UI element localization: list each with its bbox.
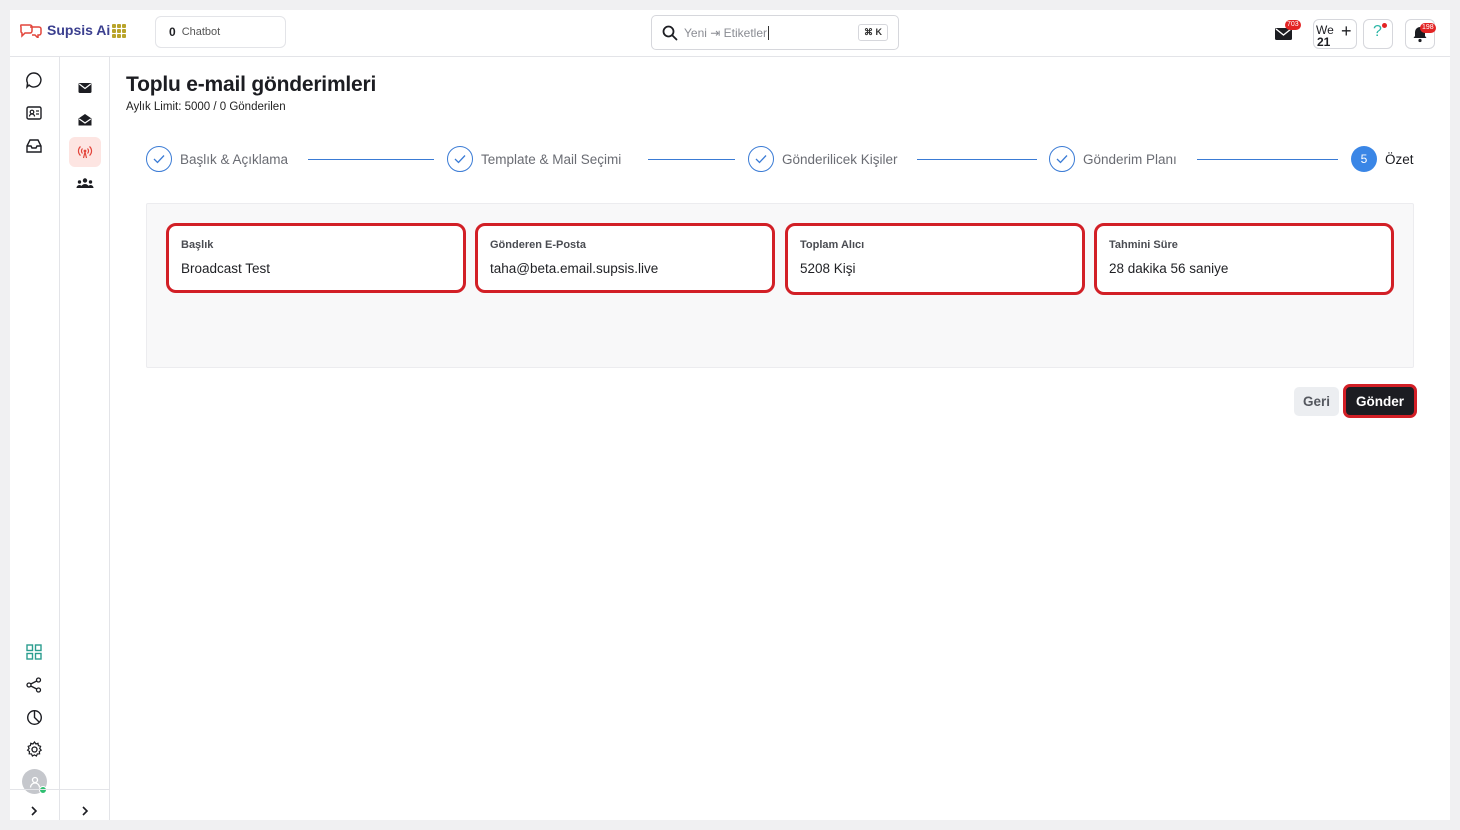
stepper: Başlık & Açıklama Template & Mail Seçimi…: [146, 146, 1416, 174]
card-label: Tahmini Süre: [1109, 239, 1178, 251]
check-icon: [447, 146, 473, 172]
search-icon: [662, 25, 678, 40]
monthly-limit: Aylık Limit: 5000 / 0 Gönderilen: [126, 101, 286, 113]
step-connector: [1197, 159, 1338, 160]
step-connector: [648, 159, 735, 160]
chevron-right-icon: [82, 806, 89, 816]
open-envelope-icon: [78, 114, 92, 126]
pie-chart-icon: [26, 709, 42, 725]
share-nodes-icon: [26, 677, 42, 693]
apps-grid-icon[interactable]: [112, 24, 126, 38]
send-button[interactable]: Gönder: [1343, 384, 1417, 418]
card-value: 28 dakika 56 saniye: [1109, 261, 1229, 276]
step-4[interactable]: Gönderim Planı: [1049, 146, 1177, 172]
step-connector: [308, 159, 434, 160]
step-label: Template & Mail Seçimi: [481, 151, 622, 167]
online-status-dot: [39, 786, 47, 794]
conversations-nav[interactable]: [18, 65, 50, 95]
inbox-icon: [26, 139, 42, 153]
chevron-right-icon: [31, 806, 38, 816]
gear-icon: [26, 740, 42, 757]
step-label: Özet: [1385, 151, 1414, 167]
contact-card-icon: [26, 106, 42, 120]
chatbot-count: 0: [169, 25, 176, 39]
step-label: Gönderim Planı: [1083, 151, 1177, 167]
card-value: 5208 Kişi: [800, 261, 856, 276]
chatbot-selector[interactable]: 0 Chatbot: [155, 16, 286, 48]
logo-icon: [19, 24, 42, 38]
check-icon: [1049, 146, 1075, 172]
main-content: Toplu e-mail gönderimleri Aylık Limit: 5…: [110, 57, 1450, 820]
dashboard-nav[interactable]: [18, 637, 50, 667]
audiences-nav[interactable]: [69, 168, 101, 198]
mail-button[interactable]: 703: [1269, 19, 1301, 49]
brand-logo[interactable]: Supsis Ai: [19, 22, 110, 38]
email-templates-nav[interactable]: [69, 105, 101, 135]
contacts-nav[interactable]: [18, 98, 50, 128]
plus-icon: +: [1341, 21, 1352, 41]
search-input[interactable]: Yeni ⇥ Etiketler ⌘ K: [651, 15, 899, 50]
search-placeholder: Yeni ⇥ Etiketler: [684, 25, 769, 40]
inbox-nav[interactable]: [18, 131, 50, 161]
step-label: Gönderilicek Kişiler: [782, 151, 898, 167]
summary-card-estimated-time: Tahmini Süre 28 dakika 56 saniye: [1094, 223, 1394, 295]
users-group-icon: [76, 178, 94, 188]
step-connector: [917, 159, 1037, 160]
card-label: Gönderen E-Posta: [490, 239, 586, 251]
help-dot-icon: [1382, 23, 1387, 28]
brand-name: Supsis Ai: [47, 22, 111, 38]
chatbot-label: Chatbot: [181, 26, 221, 38]
check-icon: [748, 146, 774, 172]
envelope-icon: [78, 83, 92, 93]
card-label: Toplam Alıcı: [800, 239, 865, 251]
app-window: Supsis Ai 0 Chatbot Yeni ⇥ Etiketler ⌘ K…: [10, 10, 1450, 820]
chat-bubble-icon: [26, 72, 42, 89]
broadcast-nav[interactable]: [69, 137, 101, 167]
primary-sidebar: [10, 57, 60, 820]
step-2[interactable]: Template & Mail Seçimi: [447, 146, 621, 172]
top-bar: Supsis Ai 0 Chatbot Yeni ⇥ Etiketler ⌘ K…: [10, 10, 1450, 57]
help-button[interactable]: ?: [1363, 19, 1393, 49]
expand-secondary-sidebar[interactable]: [69, 796, 101, 820]
calendar-add-button[interactable]: We 21 +: [1313, 19, 1357, 49]
help-icon: ?: [1373, 23, 1382, 40]
calendar-date: 21: [1317, 35, 1331, 49]
dashboard-grid-icon: [26, 644, 42, 660]
expand-primary-sidebar[interactable]: [18, 796, 50, 820]
summary-card-title: Başlık Broadcast Test: [166, 223, 466, 293]
summary-card-sender-email: Gönderen E-Posta taha@beta.email.supsis.…: [475, 223, 775, 293]
step-1[interactable]: Başlık & Açıklama: [146, 146, 288, 172]
summary-card-total-recipients: Toplam Alıcı 5208 Kişi: [785, 223, 1085, 295]
mail-badge: 703: [1285, 20, 1301, 30]
notification-badge: 198: [1420, 23, 1436, 33]
step-label: Başlık & Açıklama: [180, 151, 289, 167]
step-3[interactable]: Gönderilicek Kişiler: [748, 146, 898, 172]
settings-nav[interactable]: [18, 734, 50, 764]
summary-panel: Başlık Broadcast Test Gönderen E-Posta t…: [146, 203, 1414, 368]
broadcast-icon: [77, 146, 93, 159]
integrations-nav[interactable]: [18, 670, 50, 700]
secondary-sidebar: [60, 57, 110, 820]
search-shortcut: ⌘ K: [858, 24, 888, 41]
reports-nav[interactable]: [18, 702, 50, 732]
notifications-button[interactable]: 198: [1405, 19, 1436, 49]
email-nav[interactable]: [69, 73, 101, 103]
step-number: 5: [1351, 146, 1377, 172]
card-label: Başlık: [181, 239, 214, 251]
card-value: Broadcast Test: [181, 261, 271, 276]
page-title: Toplu e-mail gönderimleri: [126, 73, 377, 96]
card-value: taha@beta.email.supsis.live: [490, 261, 659, 276]
avatar[interactable]: [22, 769, 47, 794]
sidebar-divider: [10, 789, 110, 790]
step-5[interactable]: 5 Özet: [1351, 146, 1414, 172]
back-button[interactable]: Geri: [1294, 387, 1339, 416]
check-icon: [146, 146, 172, 172]
